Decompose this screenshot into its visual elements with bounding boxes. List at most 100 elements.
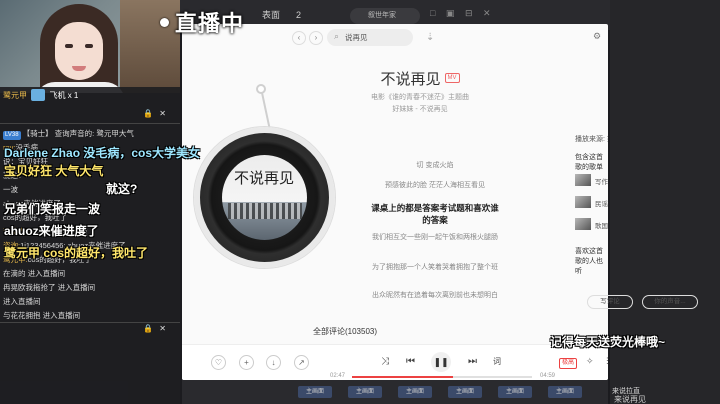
chat-message: 冉晃欧我拖抢了 进入直播间 [3,281,179,295]
danmaku-comment: 宝贝好狂 大气大气 [4,164,104,178]
gift-name: 飞机 [49,91,66,100]
lock-icon[interactable]: 🔒 [143,109,159,118]
song-title: 不说再见 MV [182,68,608,89]
voice-button[interactable]: 你的声音... [642,295,698,309]
desktop-search-text: 叙世年家 [368,12,396,19]
playlist-item[interactable]: 民谣歌单（夹杂野 赵雷 马頔 [595,198,608,208]
gift-count: x 1 [67,91,79,100]
playback-controls: ♡ + ↓ ↗ ⤨ ⏮ ❚❚ ⏭ 词 02:47 04:59 极高 ✧ ☰ [182,344,608,380]
playlist-thumb[interactable] [575,174,591,186]
stream-frame: 表面 2 叙世年家 □ ▣ ⊟ ✕ 来说再见 ‹ › ⌕ ⇣ ⚙ 不说再见MV … [0,0,720,404]
chat-message: LV38 【骑士】 查询声音的: 鹭元甲大气 [3,127,179,141]
live-status-title: 直播中 [160,6,244,38]
lyric-line: 切 变成火焰 [416,162,454,169]
desktop-window-icons[interactable]: □ ▣ ⊟ ✕ [430,8,495,19]
song-subtitle: 电影《谁的青春不迷茫》主题曲 [371,94,469,101]
settings-icon[interactable]: ⚙ [593,31,601,42]
song-artist: 好妹妹 - 不说再见 [392,106,448,113]
quality-badge[interactable]: 极高 [559,358,578,369]
playlist-icon[interactable]: ☰ [606,356,608,367]
playlist-thumb[interactable] [575,218,591,230]
scene-item[interactable]: 主画面 [448,386,482,398]
streamer-eye [65,44,73,48]
taskbar-right-label[interactable]: 来说拉直 [612,386,640,396]
download-song-icon[interactable]: ↓ [266,355,281,370]
lyric-line: 我们相互交一些刚一起午饭和两根火腿肠 [372,234,498,241]
previous-icon[interactable]: ⏮ [406,356,415,367]
mv-tag[interactable]: MV [444,73,460,83]
gift-user: 鹭元甲 [3,91,27,100]
chat-toolbar: 🔒✕ [143,109,172,121]
danmaku-comment: 就这? [106,182,138,196]
next-icon[interactable]: ⏭ [468,356,477,367]
chat-text: 冉晃欧我拖抢了 进入直播间 [3,283,96,292]
effects-icon[interactable]: ✧ [586,356,594,367]
scene-item[interactable]: 主画面 [348,386,382,398]
chat-message: 在滴的 进入直播间 [3,267,179,281]
lyric-button[interactable]: 词 [493,356,501,367]
search-input[interactable] [345,29,409,46]
scene-item[interactable]: 主画面 [498,386,532,398]
scene-item[interactable]: 主画面 [548,386,582,398]
progress-bar[interactable] [352,376,532,378]
live-dot-icon [160,18,169,27]
cover-title: 不说再见 [234,169,295,187]
write-comment-button[interactable]: 写评论 [587,295,633,309]
desktop-tab[interactable]: 2 [296,6,301,24]
lyric-line: 为了拥抱那一个人笑着哭着拥抱了整个班 [372,264,498,271]
download-icon[interactable]: ⇣ [426,32,434,43]
lock-icon[interactable]: 🔒 [143,324,159,333]
tonearm-pivot [256,84,266,94]
play-source: 播放来源: 搜索页 [575,136,608,143]
pause-button[interactable]: ❚❚ [431,352,451,372]
vinyl-disc: 不说再见 [194,127,335,268]
comments-count[interactable]: 全部评论(103503) [313,326,377,337]
player-search-box[interactable]: ⌕ [327,29,413,46]
similar-heading: 喜欢这首歌的人也听 [575,248,603,275]
playlist-item[interactable]: 写作业必备歌单 | 音乐不厌 [595,176,608,186]
streamer-face [55,22,103,80]
chat-text: 在滴的 进入直播间 [3,269,66,278]
back-button[interactable]: ‹ [292,31,306,45]
scene-item[interactable]: 主画面 [298,386,332,398]
active-lyric-line: 课桌上的都是答案考试题和喜欢谁的答案 [371,203,499,225]
danmaku-comment: Darlene Zhao 没毛病，cos大学美女 [4,146,201,160]
chat-message: 与花花拥抱 进入直播间 [3,309,179,323]
close-icon[interactable]: ✕ [159,324,172,333]
current-time: 02:47 [330,373,346,379]
share-icon[interactable]: ↗ [294,355,309,370]
close-icon[interactable]: ✕ [159,109,172,118]
live-status-text: 直播中 [175,11,245,36]
chat-toolbar: 🔒✕ [143,324,172,336]
add-to-playlist-icon[interactable]: + [239,355,254,370]
danmaku-comment: ahuoz来催进度了 [4,224,99,238]
plane-gift-icon [31,89,46,101]
lyric-line: 出众昵然有在追着每次离别前也未想明白 [372,292,498,299]
lyric-line: 预感彼此的脸 茫茫人海相互看见 [385,182,485,189]
scene-item[interactable]: 主画面 [398,386,432,398]
chat-message: 进入直播间 [3,295,179,309]
desktop-tab[interactable]: 表面 [262,6,280,24]
search-icon: ⌕ [334,31,340,41]
scene-taskbar: 主画面 主画面 主画面 主画面 主画面 主画面 [182,380,608,404]
chat-text: 与花花拥抱 进入直播间 [3,311,81,320]
danmaku-comment: 鹭元甲 cos的超好，我吐了 [4,246,149,260]
forward-button[interactable]: › [309,31,323,45]
chat-message: 一波 [3,183,179,197]
playlist-thumb[interactable] [575,196,591,208]
level-badge: LV38 [3,131,21,140]
chat-text: 一波 [3,185,18,194]
song-title-text: 不说再见 [380,71,441,88]
danmaku-comment: 兄弟们笑报走一波 [4,202,101,216]
playlist-heading: 包含这首歌的歌单 [575,154,603,171]
like-icon[interactable]: ♡ [211,355,226,370]
stream-subtitle: 记得每天送荧光棒哦~ [550,335,666,349]
gift-notice: 鹭元甲 飞机 x 1 [0,87,180,105]
playlist-item[interactable]: 歌国不会的 控摄、歌那确的介 [595,220,608,230]
shuffle-icon[interactable]: ⤨ [381,356,389,367]
music-player-window: ‹ › ⌕ ⇣ ⚙ 不说再见MV 电影《谁的青春不迷茫》主题曲 好妹妹 - 不说… [182,24,608,380]
player-top-bar: ‹ › ⌕ ⇣ ⚙ [182,24,608,52]
desktop-search-box[interactable]: 叙世年家 [350,8,420,24]
cover-photo [228,203,302,219]
chat-divider [0,123,180,124]
